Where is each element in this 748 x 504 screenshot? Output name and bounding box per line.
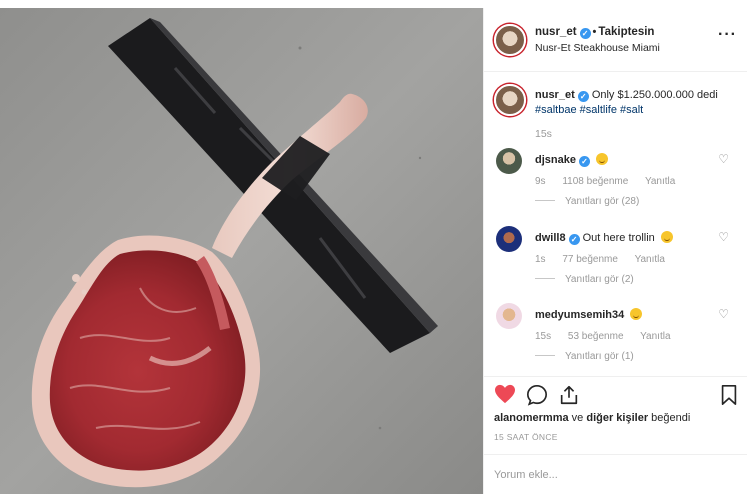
commenter-avatar[interactable] [496, 148, 522, 174]
view-replies-link[interactable]: Yanıtları gör (28) [535, 196, 639, 207]
laughing-emoji-icon [660, 231, 673, 243]
caption-hashtags[interactable]: #saltbae #saltlife #salt [535, 104, 643, 116]
post-actions: alanomermma ve diğer kişiler beğendi 15 … [484, 376, 747, 452]
comment-time: 1s [535, 254, 546, 265]
view-replies-label: Yanıtları gör (28) [565, 196, 640, 207]
comment-text: Out here trollin [582, 232, 655, 244]
comment-meta: 1s 77 beğenme Yanıtla [535, 254, 679, 265]
comment-username[interactable]: dwill8 [535, 232, 566, 244]
more-options-icon[interactable]: ··· [718, 27, 737, 43]
post-location[interactable]: Nusr-Et Steakhouse Miami [535, 42, 660, 54]
comment-item: dwill8 ✓ Out here trollin ♡ 1s 77 beğenme… [484, 226, 747, 296]
comment-likes[interactable]: 77 beğenme [562, 254, 618, 265]
share-icon[interactable] [558, 384, 580, 406]
laughing-emoji-icon [596, 153, 609, 165]
commenter-avatar[interactable] [496, 226, 522, 252]
comment-time: 9s [535, 176, 546, 187]
caption-username[interactable]: nusr_et [535, 89, 575, 101]
comment-like-heart-icon[interactable]: ♡ [718, 307, 729, 321]
caption-time: 15s [535, 128, 552, 140]
bookmark-icon[interactable] [720, 384, 738, 406]
comment-reply-button[interactable]: Yanıtla [635, 254, 665, 265]
verified-badge-icon: ✓ [577, 91, 589, 102]
comment-icon[interactable] [526, 384, 548, 406]
post-time-ago: 15 SAAT ÖNCE [494, 432, 558, 442]
post-photo[interactable] [0, 8, 483, 494]
comment-line: djsnake ✓ [535, 153, 609, 167]
replies-divider [535, 355, 555, 356]
caption-text-block: nusr_et ✓ Only $1.250.000.000 dedi #saltb… [535, 88, 735, 118]
comment-like-heart-icon[interactable]: ♡ [718, 152, 729, 166]
post-side-panel: nusr_et ✓ • Takiptesin Nusr-Et Steakhouse M… [483, 8, 747, 494]
heart-icon[interactable] [494, 384, 516, 404]
replies-divider [535, 200, 555, 201]
verified-badge-icon: ✓ [568, 234, 580, 245]
instagram-post-view: nusr_et ✓ • Takiptesin Nusr-Et Steakhouse M… [0, 0, 748, 504]
replies-divider [535, 278, 555, 279]
comment-like-heart-icon[interactable]: ♡ [718, 230, 729, 244]
liked-by-connector: ve [571, 412, 584, 424]
separator-dot: • [592, 26, 597, 38]
liked-by-line: alanomermma ve diğer kişiler beğendi [494, 412, 690, 424]
comment-meta: 15s 53 beğenme Yanıtla [535, 331, 685, 342]
steak-photo-illustration [0, 8, 483, 494]
post-header: nusr_et ✓ • Takiptesin Nusr-Et Steakhouse M… [484, 8, 747, 72]
view-replies-label: Yanıtları gör (2) [565, 274, 634, 285]
view-replies-link[interactable]: Yanıtları gör (2) [535, 274, 634, 285]
comment-username[interactable]: medyumsemih34 [535, 309, 624, 321]
comment-username[interactable]: djsnake [535, 154, 576, 166]
comment-item: djsnake ✓ ♡ 9s 1108 beğenme Yanıtla Yanıt… [484, 148, 747, 218]
clapping-emoji-icon [630, 308, 643, 320]
comment-item: medyumsemih34 ♡ 15s 53 beğenme Yanıtla Y… [484, 303, 747, 373]
liked-by-suffix: beğendi [651, 412, 691, 424]
comment-line: medyumsemih34 [535, 308, 643, 321]
follow-status[interactable]: Takiptesin [598, 26, 654, 38]
liked-by-user[interactable]: alanomermma [494, 412, 569, 424]
comment-likes[interactable]: 1108 beğenme [562, 176, 628, 187]
caption-avatar[interactable] [494, 84, 526, 116]
comment-meta: 9s 1108 beğenme Yanıtla [535, 176, 689, 187]
author-avatar[interactable] [494, 24, 526, 56]
commenter-avatar[interactable] [496, 303, 522, 329]
add-comment-bar [484, 454, 747, 494]
verified-badge-icon: ✓ [578, 156, 590, 167]
comment-line: dwill8 ✓ Out here trollin [535, 231, 673, 245]
caption-text: Only $1.250.000.000 dedi [591, 89, 718, 101]
add-comment-input[interactable] [494, 465, 734, 485]
author-username[interactable]: nusr_et [535, 26, 577, 38]
comment-reply-button[interactable]: Yanıtla [640, 331, 670, 342]
verified-badge-icon: ✓ [579, 28, 591, 39]
view-replies-link[interactable]: Yanıtları gör (1) [535, 351, 634, 362]
author-line: nusr_et ✓ • Takiptesin [535, 26, 654, 39]
comment-time: 15s [535, 331, 552, 342]
liked-by-others[interactable]: diğer kişiler [586, 412, 648, 424]
comment-reply-button[interactable]: Yanıtla [645, 176, 675, 187]
view-replies-label: Yanıtları gör (1) [565, 351, 634, 362]
comment-likes[interactable]: 53 beğenme [568, 331, 624, 342]
